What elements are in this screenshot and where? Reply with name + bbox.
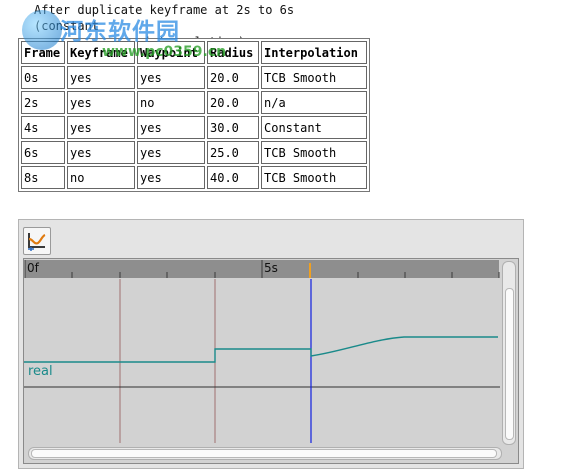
table-cell: 8s xyxy=(21,166,65,189)
table-cell: yes xyxy=(137,116,205,139)
graph-canvas[interactable] xyxy=(24,259,500,443)
horizontal-scroll-thumb[interactable] xyxy=(31,449,497,458)
radius-curve xyxy=(24,336,498,363)
table-cell: 40.0 xyxy=(207,166,259,189)
graph-area[interactable]: 0f 5s real xyxy=(23,258,519,464)
table-cell: yes xyxy=(137,141,205,164)
vertical-scrollbar[interactable] xyxy=(502,261,516,445)
table-cell: 25.0 xyxy=(207,141,259,164)
table-row: 0s yes yes 20.0 TCB Smooth xyxy=(21,66,367,89)
table-cell: 30.0 xyxy=(207,116,259,139)
table-cell: no xyxy=(67,166,135,189)
table-cell: yes xyxy=(67,91,135,114)
horizontal-scrollbar[interactable] xyxy=(28,447,502,460)
table-cell: 20.0 xyxy=(207,91,259,114)
table-cell: 2s xyxy=(21,91,65,114)
table-cell: yes xyxy=(137,166,205,189)
table-cell: yes xyxy=(67,141,135,164)
caption-line-1: After duplicate keyframe at 2s to 6s (co… xyxy=(34,3,295,33)
table-cell: no xyxy=(137,91,205,114)
table-cell: 0s xyxy=(21,66,65,89)
table-row: 4s yes yes 30.0 Constant xyxy=(21,116,367,139)
table-cell: n/a xyxy=(261,91,367,114)
table-cell: 6s xyxy=(21,141,65,164)
table-row: 8s no yes 40.0 TCB Smooth xyxy=(21,166,367,189)
col-header: Interpolation xyxy=(261,41,367,64)
curve-label: real xyxy=(28,364,53,379)
table-row: 6s yes yes 25.0 TCB Smooth xyxy=(21,141,367,164)
col-header: Radius xyxy=(207,41,259,64)
table-cell: TCB Smooth xyxy=(261,141,367,164)
table-cell: yes xyxy=(67,116,135,139)
table-cell: TCB Smooth xyxy=(261,66,367,89)
table-cell: Constant xyxy=(261,116,367,139)
curves-icon xyxy=(28,233,46,251)
table-cell: yes xyxy=(67,66,135,89)
ruler-ticks xyxy=(24,260,500,278)
graphs-panel: 0f 5s real xyxy=(18,219,524,469)
table-cell: 20.0 xyxy=(207,66,259,89)
keyframe-table: Frame Keyframe Waypoint Radius Interpola… xyxy=(18,38,370,192)
table-header-row: Frame Keyframe Waypoint Radius Interpola… xyxy=(21,41,367,64)
graphs-tool-button[interactable] xyxy=(23,227,51,255)
col-header: Keyframe xyxy=(67,41,135,64)
col-header: Frame xyxy=(21,41,65,64)
col-header: Waypoint xyxy=(137,41,205,64)
table-cell: 4s xyxy=(21,116,65,139)
table-cell: TCB Smooth xyxy=(261,166,367,189)
table-row: 2s yes no 20.0 n/a xyxy=(21,91,367,114)
table-cell: yes xyxy=(137,66,205,89)
vertical-scroll-thumb[interactable] xyxy=(505,288,514,440)
